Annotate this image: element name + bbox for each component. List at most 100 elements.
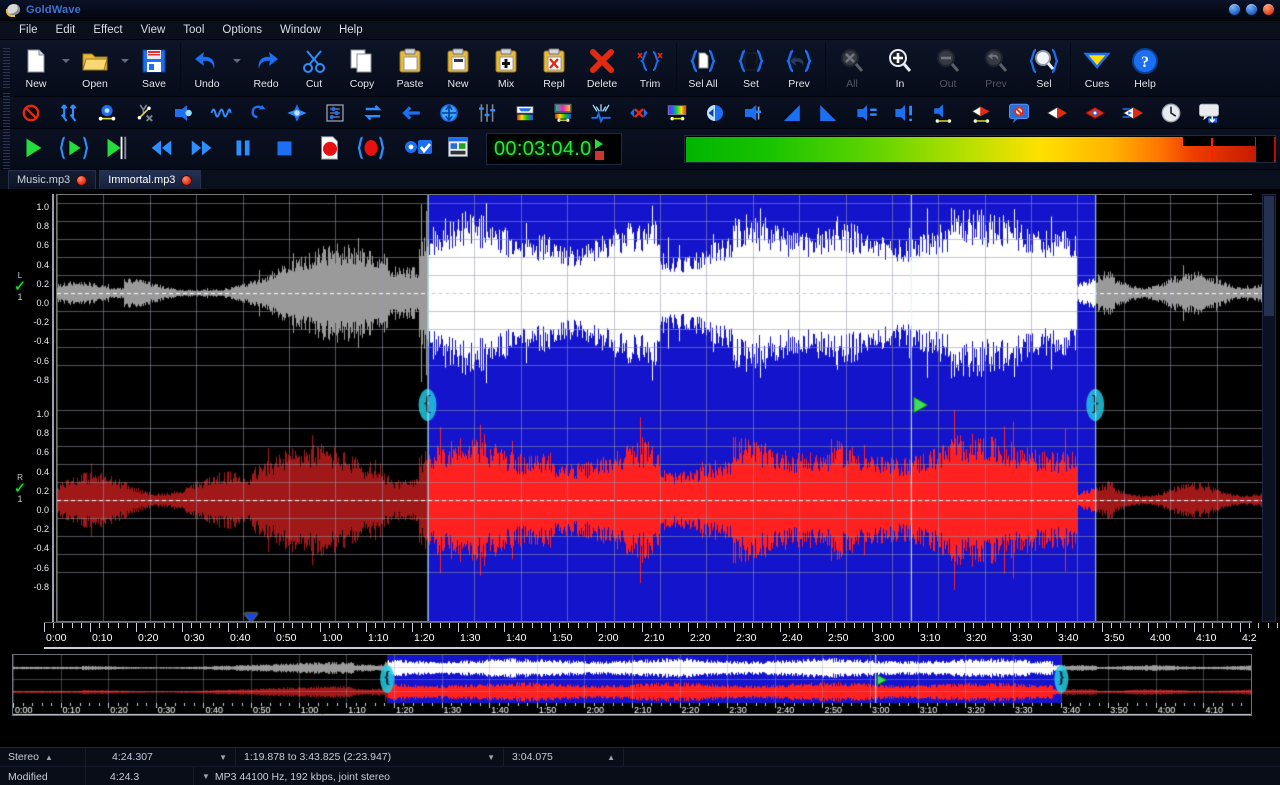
toolbar-button-redo[interactable]: Redo [242,40,290,96]
toolbar-button-new[interactable]: New [12,40,60,96]
chevron-down-icon-3[interactable]: ▼ [202,772,210,781]
file-tab-music-mp3[interactable]: Music.mp3 [8,170,97,189]
maximize-button[interactable] [1245,3,1258,16]
effect-button-invert[interactable] [696,99,734,127]
toolbar-button-prev[interactable]: Prev [775,40,823,96]
waveform-canvas[interactable] [57,195,1263,621]
transport-play-all[interactable] [12,132,53,166]
transport-play-from-marker[interactable] [94,132,135,166]
overview-strip[interactable] [12,654,1252,716]
toolbar-button-cut[interactable]: Cut [290,40,338,96]
vertical-scrollbar[interactable] [1262,194,1276,622]
menu-item-view[interactable]: View [132,22,175,38]
effect-button-doppler[interactable] [278,99,316,127]
status-channels[interactable]: Stereo ▲ [0,747,86,767]
toolbar-button-copy[interactable]: Copy [338,40,386,96]
status-selection[interactable]: 1:19.878 to 3:43.825 (2:23.947) ▼ [236,747,504,767]
transport-control-properties[interactable] [437,132,478,166]
effect-button-noise-reduction[interactable] [544,99,582,127]
toolbar-button-open[interactable]: Open [71,40,119,96]
menu-item-options[interactable]: Options [213,22,271,38]
channel-flag-l[interactable]: L ✓ 1 [12,272,28,302]
menu-item-window[interactable]: Window [271,22,330,38]
toolbar-button-help[interactable]: ? Help [1121,40,1169,96]
chevron-up-icon-2[interactable]: ▲ [607,753,615,762]
vertical-scrollbar-thumb[interactable] [1264,196,1274,316]
effect-button-flanger[interactable] [962,99,1000,127]
effect-button-offset-updown[interactable] [430,99,468,127]
minimize-button[interactable] [1228,3,1241,16]
transport-pause[interactable] [222,132,263,166]
menu-item-edit[interactable]: Edit [47,22,85,38]
effect-button-maximize-volume[interactable] [886,99,924,127]
toolbar-button-delete[interactable]: Delete [578,40,626,96]
effect-button-equalizer[interactable] [316,99,354,127]
transport-stop[interactable] [263,132,304,166]
effect-button-change-volume[interactable] [164,99,202,127]
toolbar-dropdown-undo[interactable] [231,40,242,96]
transport-record-new-file[interactable] [309,132,350,166]
file-tab-immortal-mp3[interactable]: Immortal.mp3 [99,170,202,189]
effect-button-spectrum-filter[interactable] [658,99,696,127]
transport-play-selection[interactable] [53,132,94,166]
menu-item-file[interactable]: File [10,22,47,38]
close-button[interactable] [1262,3,1275,16]
toolbar-button-sel[interactable]: Sel [1020,40,1068,96]
effect-button-pan[interactable] [924,99,962,127]
record-dot-icon[interactable] [76,174,88,186]
effect-button-spike-reduction[interactable] [582,99,620,127]
toolbar-button-trim[interactable]: Trim [626,40,674,96]
toolbar-button-cues[interactable]: Cues [1073,40,1121,96]
transport-fast-forward[interactable] [181,132,222,166]
effect-button-fade-out[interactable] [810,99,848,127]
toolbar-button-undo[interactable]: Undo [183,40,231,96]
menu-item-effect[interactable]: Effect [84,22,131,38]
effect-button-fade-in[interactable] [772,99,810,127]
toolbar-button-new[interactable]: New [434,40,482,96]
chevron-down-icon-2[interactable]: ▼ [487,753,495,762]
transport-toolbar-grip[interactable] [3,129,10,169]
toolbar-button-mix[interactable]: Mix [482,40,530,96]
toolbar-button-in[interactable]: In [876,40,924,96]
toolbar-button-set[interactable]: 123. . Set [727,40,775,96]
overview-canvas[interactable] [13,655,1251,715]
menu-item-help[interactable]: Help [330,22,372,38]
effect-button-exchange-channels[interactable] [354,99,392,127]
channel-flag-r[interactable]: R ✓ 1 [12,474,28,504]
toolbar-dropdown-new[interactable] [60,40,71,96]
waveform-canvas-container[interactable] [56,194,1263,622]
menu-item-tool[interactable]: Tool [174,22,213,38]
effect-button-auto-gain[interactable] [88,99,126,127]
effect-button-volume-shape[interactable] [50,99,88,127]
effect-button-time-warp[interactable] [1152,99,1190,127]
transport-record-settings[interactable] [396,132,437,166]
transport-record-into-selection[interactable] [350,132,391,166]
toolbar-dropdown-open[interactable] [119,40,130,96]
effect-button-pop-click[interactable] [620,99,658,127]
time-display[interactable]: 00:03:04.0 [486,133,622,165]
effect-button-offset-left[interactable] [392,99,430,127]
effect-button-mechanize[interactable] [734,99,772,127]
status-position[interactable]: 3:04.075 ▲ [504,747,624,767]
effect-button-stereo-widen[interactable] [1114,99,1152,127]
effects-toolbar-grip[interactable] [3,92,10,133]
cue-marker-triangle[interactable] [244,613,258,622]
toolbar-button-paste[interactable]: Paste [386,40,434,96]
chevron-down-icon[interactable]: ▼ [219,753,227,762]
effect-button-envelope-shape[interactable] [126,99,164,127]
toolbar-button-save[interactable]: Save [130,40,178,96]
effect-button-echo-balloon[interactable] [1000,99,1038,127]
toolbar-button-sel-all[interactable]: Sel All [679,40,727,96]
effect-button-reverb[interactable] [1038,99,1076,127]
status-total-time[interactable]: 4:24.307 ▼ [86,747,236,767]
effect-button-match-volume[interactable] [848,99,886,127]
chevron-up-icon[interactable]: ▲ [45,753,53,762]
toolbar-button-repl[interactable]: Repl [530,40,578,96]
transport-rewind[interactable] [140,132,181,166]
effect-button-no-effect[interactable] [12,99,50,127]
status-format[interactable]: ▼ MP3 44100 Hz, 192 kbps, joint stereo [194,767,1280,785]
time-ruler[interactable]: 0:00 0:10 0:20 0:30 0:40 0:50 1:00 1:10 1:20 1:30… [44,613,1278,650]
effect-button-chorus[interactable] [1076,99,1114,127]
toolbar-grip[interactable] [3,48,10,88]
record-dot-icon[interactable] [181,174,193,186]
